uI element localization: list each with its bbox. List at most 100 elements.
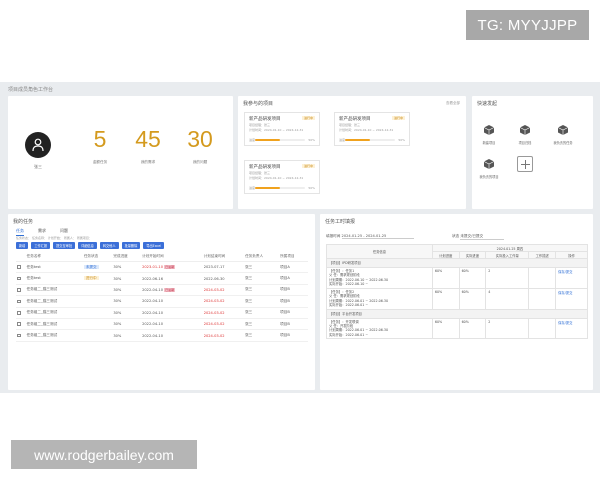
- hours-input[interactable]: 4: [485, 287, 530, 310]
- task-start: 2022-04-10: [141, 307, 203, 319]
- actual-progress[interactable]: 60%: [458, 317, 487, 340]
- quick-my-projects[interactable]: 我负责的项目: [476, 158, 502, 179]
- task-project: 项目B: [279, 318, 308, 331]
- col-name: 任务名称: [25, 252, 83, 262]
- checkbox[interactable]: [17, 288, 21, 292]
- stat-value: 45: [135, 126, 161, 152]
- task-filters[interactable]: 任务状态： 任务名称： 计划开始： 所属人： 所属项目：: [16, 236, 92, 240]
- end-date: 2024-03-02: [203, 299, 225, 304]
- quick-archive[interactable]: 项目归档: [512, 124, 538, 145]
- status-badge: 进行中: [301, 164, 315, 168]
- transfer-button[interactable]: 转交他人: [99, 242, 119, 249]
- row-select[interactable]: [16, 272, 26, 285]
- range-input[interactable]: 2024.01.25 - 2024.01.25: [341, 234, 414, 239]
- project-card[interactable]: 新产品研发项目 进行中 项目经理：张三 计划时间：2024-01-10 ~ 20…: [244, 160, 320, 194]
- projects-panel: 我参与的项目 查看全部 新产品研发项目 进行中 项目经理：张三 计划时间：202…: [238, 96, 466, 209]
- task-start: 2022-04-10: [141, 295, 203, 308]
- status-select[interactable]: 未提交/已提交: [460, 234, 505, 240]
- row-select[interactable]: [16, 329, 26, 342]
- actual-progress[interactable]: 60%: [458, 267, 487, 289]
- task-name[interactable]: 任务组二_猫三测试: [25, 318, 83, 331]
- work-desc-input[interactable]: [528, 287, 557, 310]
- task-name[interactable]: 任务组二_猫三测试: [25, 284, 83, 297]
- task-start: 2022-06-16: [141, 272, 203, 285]
- table-row[interactable]: 任务组二_猫三测试 30% 2022-04-10 2024-03-02 张三 项目B: [16, 295, 308, 308]
- col-start: 计划开始时间: [141, 252, 203, 262]
- table-row[interactable]: 任务组二_猫三测试 30% 2022-04-10 2024-03-02 张三 项目B: [16, 307, 308, 319]
- avatar[interactable]: [25, 132, 51, 158]
- view-all-link[interactable]: 查看全部: [446, 101, 460, 106]
- status-badge: 未提交: [83, 264, 99, 269]
- quick-new-project[interactable]: 新建项目: [476, 124, 502, 145]
- add-button[interactable]: 新增: [16, 242, 29, 249]
- task-name[interactable]: 任务组二_猫三测试: [25, 329, 83, 342]
- task-info: 【任务】：开发联调父 任：开发阶段 计划周期：2022.06.01 ~ 2022.…: [326, 317, 433, 340]
- end-date: 2022-06-30: [203, 276, 225, 281]
- project-manager: 项目经理：张三: [249, 171, 271, 175]
- hours-input[interactable]: 2: [485, 317, 530, 340]
- progress-percent: 50%: [308, 186, 315, 190]
- export-excel-button[interactable]: 导出Excel: [143, 242, 165, 249]
- hours-input[interactable]: 2: [485, 267, 530, 289]
- col-action: 操作: [555, 251, 588, 259]
- checkbox[interactable]: [17, 333, 21, 338]
- task-info-line: 实际开始：2022.06.10 ~: [329, 282, 369, 287]
- work-desc-input[interactable]: [528, 317, 557, 340]
- checkbox[interactable]: [17, 311, 21, 315]
- row-select[interactable]: [16, 284, 26, 297]
- stat-label: 金额任务: [92, 160, 108, 164]
- quick-label: 我负责的任务: [553, 141, 573, 145]
- col-progress: 完成进度: [112, 252, 142, 262]
- hours-range: 填报时间 2024.01.25 - 2024.01.25: [326, 234, 414, 239]
- table-row[interactable]: 任务test 进行中 30% 2022-06-16 2022-06-30 张三 项目A: [16, 272, 308, 285]
- table-row[interactable]: 任务test 未提交 30% 2023-01-10 已逾期 2023-07-17 张三 项目…: [16, 261, 308, 274]
- task-status: [82, 318, 113, 331]
- task-owner: 张三: [244, 295, 280, 308]
- stat-issues[interactable]: 30 我的问题: [180, 128, 220, 165]
- task-progress: 30%: [112, 329, 142, 342]
- tab-issues[interactable]: 问题: [60, 228, 68, 236]
- report-button[interactable]: 工作汇报: [31, 242, 51, 249]
- col-status: 任务状态: [82, 252, 113, 262]
- progress-percent: 50%: [308, 138, 315, 142]
- table-row[interactable]: 任务组二_猫三测试 30% 2022-04-10 2024-03-02 张三 项目B: [16, 329, 308, 342]
- row-select[interactable]: [16, 295, 26, 308]
- task-end: 2023-07-17: [202, 261, 245, 274]
- table-row[interactable]: 任务组二_猫三测试 30% 2022-04-10 已逾期 2024-03-02 张三 项目…: [16, 284, 308, 297]
- task-name[interactable]: 任务组二_猫三测试: [25, 295, 83, 308]
- checkbox[interactable]: [17, 299, 21, 304]
- user-icon: [32, 138, 44, 152]
- save-submit-link[interactable]: 保存/提交: [555, 267, 588, 289]
- tab-tasks[interactable]: 任务: [16, 228, 24, 236]
- task-info: 【任务】：任务1 父 任：需求规划阶段 计划周期：2022.06.10 ~ 2022…: [326, 267, 433, 289]
- project-card[interactable]: 新产品研发项目 进行中 项目经理：张三 计划时间：2024-01-10 ~ 20…: [334, 112, 410, 146]
- quick-add-button[interactable]: [512, 156, 538, 172]
- task-name[interactable]: 任务组二_猫三测试: [25, 307, 83, 319]
- save-submit-link[interactable]: 保存/提交: [555, 287, 588, 310]
- table-row[interactable]: 任务组二_猫三测试 30% 2022-04-10 2024-03-02 张三 项目B: [16, 318, 308, 331]
- task-start: 2022-04-10: [141, 329, 203, 342]
- row-select[interactable]: [16, 318, 26, 331]
- quick-my-tasks[interactable]: 我负责的任务: [550, 124, 576, 145]
- submit-approval-button[interactable]: 提交至审批: [53, 242, 76, 249]
- stat-tasks[interactable]: 5 金额任务: [80, 128, 120, 165]
- tab-requirements[interactable]: 需求: [38, 228, 46, 236]
- task-project: 项目B: [279, 307, 308, 319]
- stat-requirements[interactable]: 45 我的需求: [128, 128, 168, 165]
- project-card[interactable]: 新产品研发项目 进行中 项目经理：张三 计划时间：2024-01-10 ~ 20…: [244, 112, 320, 146]
- details-button[interactable]: 详细信息: [78, 242, 97, 249]
- row-select[interactable]: [16, 261, 26, 274]
- task-project: 项目A: [279, 261, 308, 274]
- tasks-panel: 我的任务 任务 需求 问题 任务状态： 任务名称： 计划开始： 所属人： 所属项…: [8, 214, 315, 390]
- save-submit-link[interactable]: 保存/提交: [555, 317, 588, 340]
- actual-progress[interactable]: 60%: [458, 287, 487, 310]
- checkbox[interactable]: [17, 276, 21, 281]
- task-name[interactable]: 任务test: [25, 261, 83, 274]
- table-row: 【任务】：任务1 父 任：需求规划阶段 计划周期：2022.06.10 ~ 2022…: [326, 267, 588, 289]
- task-name[interactable]: 任务test: [25, 272, 83, 285]
- work-desc-input[interactable]: [528, 267, 557, 289]
- checkbox[interactable]: [17, 322, 21, 326]
- batch-delete-button[interactable]: 批量删除: [121, 242, 141, 249]
- row-select[interactable]: [16, 307, 26, 319]
- checkbox[interactable]: [17, 265, 21, 269]
